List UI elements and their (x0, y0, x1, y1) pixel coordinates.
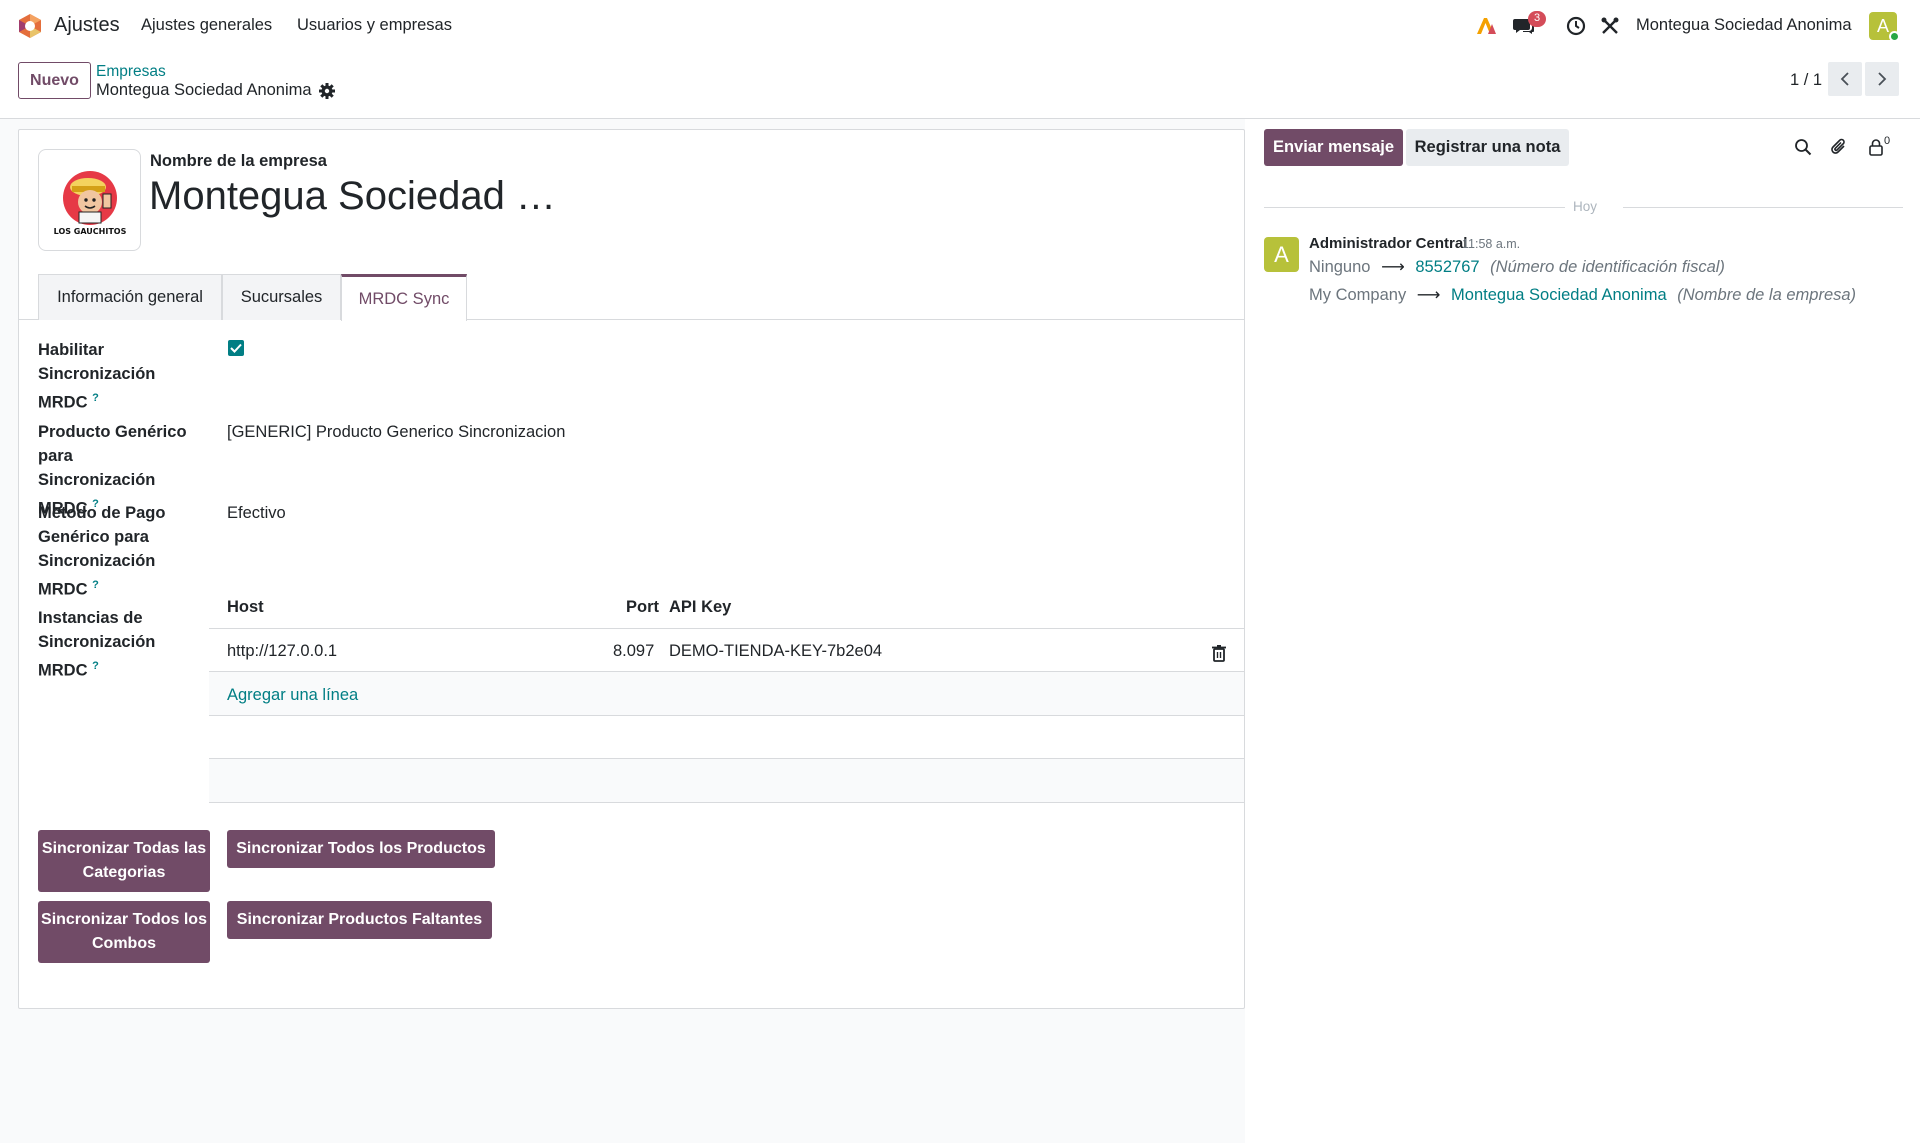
empty-row (209, 759, 1244, 802)
debug-tools-icon[interactable] (1598, 14, 1622, 38)
company-name-label: Nombre de la empresa (150, 152, 327, 170)
row-port-cell[interactable]: 8.097 (613, 642, 654, 661)
help-tooltip-icon[interactable]: ? (92, 579, 99, 591)
messages-badge: 3 (1528, 11, 1546, 27)
sync-categories-button[interactable]: Sincronizar Todas las Categorias (38, 830, 210, 892)
control-panel: Nuevo Empresas Montegua Sociedad Anonima… (0, 52, 1920, 119)
sync-products-button[interactable]: Sincronizar Todos los Productos (227, 830, 495, 868)
column-api-key[interactable]: API Key (669, 598, 731, 617)
form-tabs: Información general Sucursales MRDC Sync (19, 274, 1244, 321)
menu-usuarios-empresas[interactable]: Usuarios y empresas (297, 16, 452, 35)
chevron-left-icon (1840, 72, 1849, 86)
sync-combos-button[interactable]: Sincronizar Todos los Combos (38, 901, 210, 963)
new-value: 8552767 (1415, 258, 1480, 276)
instances-label: Instancias de Sincronización MRDC ? (38, 609, 156, 680)
arrow-right-icon: ⟶ (1381, 258, 1405, 276)
tab-informacion-general[interactable]: Información general (38, 274, 222, 320)
message-time: 11:58 a.m. (1462, 237, 1521, 251)
trash-icon[interactable] (1211, 644, 1227, 662)
enable-sync-checkbox[interactable] (228, 340, 244, 356)
followers-count: 0 (1884, 135, 1891, 147)
paperclip-icon[interactable] (1828, 136, 1850, 158)
column-host[interactable]: Host (227, 598, 264, 617)
old-value: Ninguno (1309, 258, 1371, 276)
date-separator: Hoy (1565, 199, 1606, 214)
logo-text: LOS GAUCHITOS (54, 227, 127, 236)
pager-value[interactable]: 1 / 1 (1790, 71, 1822, 90)
help-tooltip-icon[interactable]: ? (92, 392, 99, 404)
activity-clock-icon[interactable] (1564, 14, 1588, 38)
company-name-input[interactable]: Montegua Sociedad … (149, 174, 556, 219)
generic-product-field[interactable]: [GENERIC] Producto Generico Sincronizaci… (227, 423, 565, 442)
add-line-link[interactable]: Agregar una línea (227, 686, 358, 705)
payment-method-label: Metodo de Pago Genérico para Sincronizac… (38, 504, 166, 599)
table-divider (209, 715, 1244, 716)
tab-mrdc-sync[interactable]: MRDC Sync (341, 274, 467, 321)
tracking-value-row: Ninguno ⟶ 8552767 (Número de identificac… (1309, 257, 1725, 277)
payment-method-field[interactable]: Efectivo (227, 504, 286, 523)
ai-icon[interactable] (1474, 14, 1498, 38)
field-name: (Número de identificación fiscal) (1490, 258, 1725, 276)
sync-missing-products-button[interactable]: Sincronizar Productos Faltantes (227, 901, 492, 939)
online-status-dot (1889, 31, 1900, 42)
new-button[interactable]: Nuevo (18, 62, 91, 99)
date-separator-line (1623, 207, 1903, 208)
arrow-right-icon: ⟶ (1416, 286, 1441, 304)
tracking-value-row: My Company ⟶ Montegua Sociedad Anonima (… (1309, 285, 1856, 305)
column-port[interactable]: Port (626, 598, 659, 617)
record-title: Montegua Sociedad Anonima (96, 81, 312, 99)
company-logo[interactable]: LOS GAUCHITOS (38, 149, 141, 251)
send-message-button[interactable]: Enviar mensaje (1264, 129, 1403, 166)
row-api-key-cell[interactable]: DEMO-TIENDA-KEY-7b2e04 (669, 642, 882, 661)
company-switcher[interactable]: Montegua Sociedad Anonima (1636, 16, 1852, 35)
message-author-avatar[interactable]: A (1264, 237, 1299, 272)
chevron-right-icon (1878, 72, 1887, 86)
date-separator-line (1264, 207, 1570, 208)
message-author[interactable]: Administrador Central (1309, 235, 1467, 252)
pager-previous-button[interactable] (1828, 62, 1862, 96)
log-note-button[interactable]: Registrar una nota (1406, 129, 1569, 166)
tab-sucursales[interactable]: Sucursales (222, 274, 341, 320)
field-name: (Nombre de la empresa) (1677, 286, 1857, 304)
form-sheet: LOS GAUCHITOS Nombre de la empresa Monte… (18, 129, 1245, 1009)
old-value: My Company (1309, 286, 1407, 304)
new-value: Montegua Sociedad Anonima (1451, 286, 1667, 304)
menu-ajustes-generales[interactable]: Ajustes generales (141, 16, 272, 35)
gear-icon[interactable] (318, 82, 336, 100)
breadcrumb-empresas[interactable]: Empresas (96, 63, 166, 81)
top-navbar: Ajustes Ajustes generales Usuarios y emp… (0, 0, 1920, 52)
search-icon[interactable] (1792, 136, 1814, 158)
row-host-cell[interactable]: http://127.0.0.1 (227, 642, 337, 661)
chatter-panel: Enviar mensaje Registrar una nota 0 Hoy … (1245, 119, 1920, 1143)
enable-sync-label: Habilitar Sincronización MRDC ? (38, 341, 156, 412)
pager-next-button[interactable] (1865, 62, 1899, 96)
table-divider (209, 802, 1244, 803)
table-divider (209, 628, 1244, 629)
odoo-app-icon[interactable] (17, 13, 43, 39)
checkmark-icon (230, 343, 242, 353)
app-name[interactable]: Ajustes (54, 14, 120, 37)
help-tooltip-icon[interactable]: ? (92, 660, 99, 672)
add-line-row (209, 672, 1244, 715)
